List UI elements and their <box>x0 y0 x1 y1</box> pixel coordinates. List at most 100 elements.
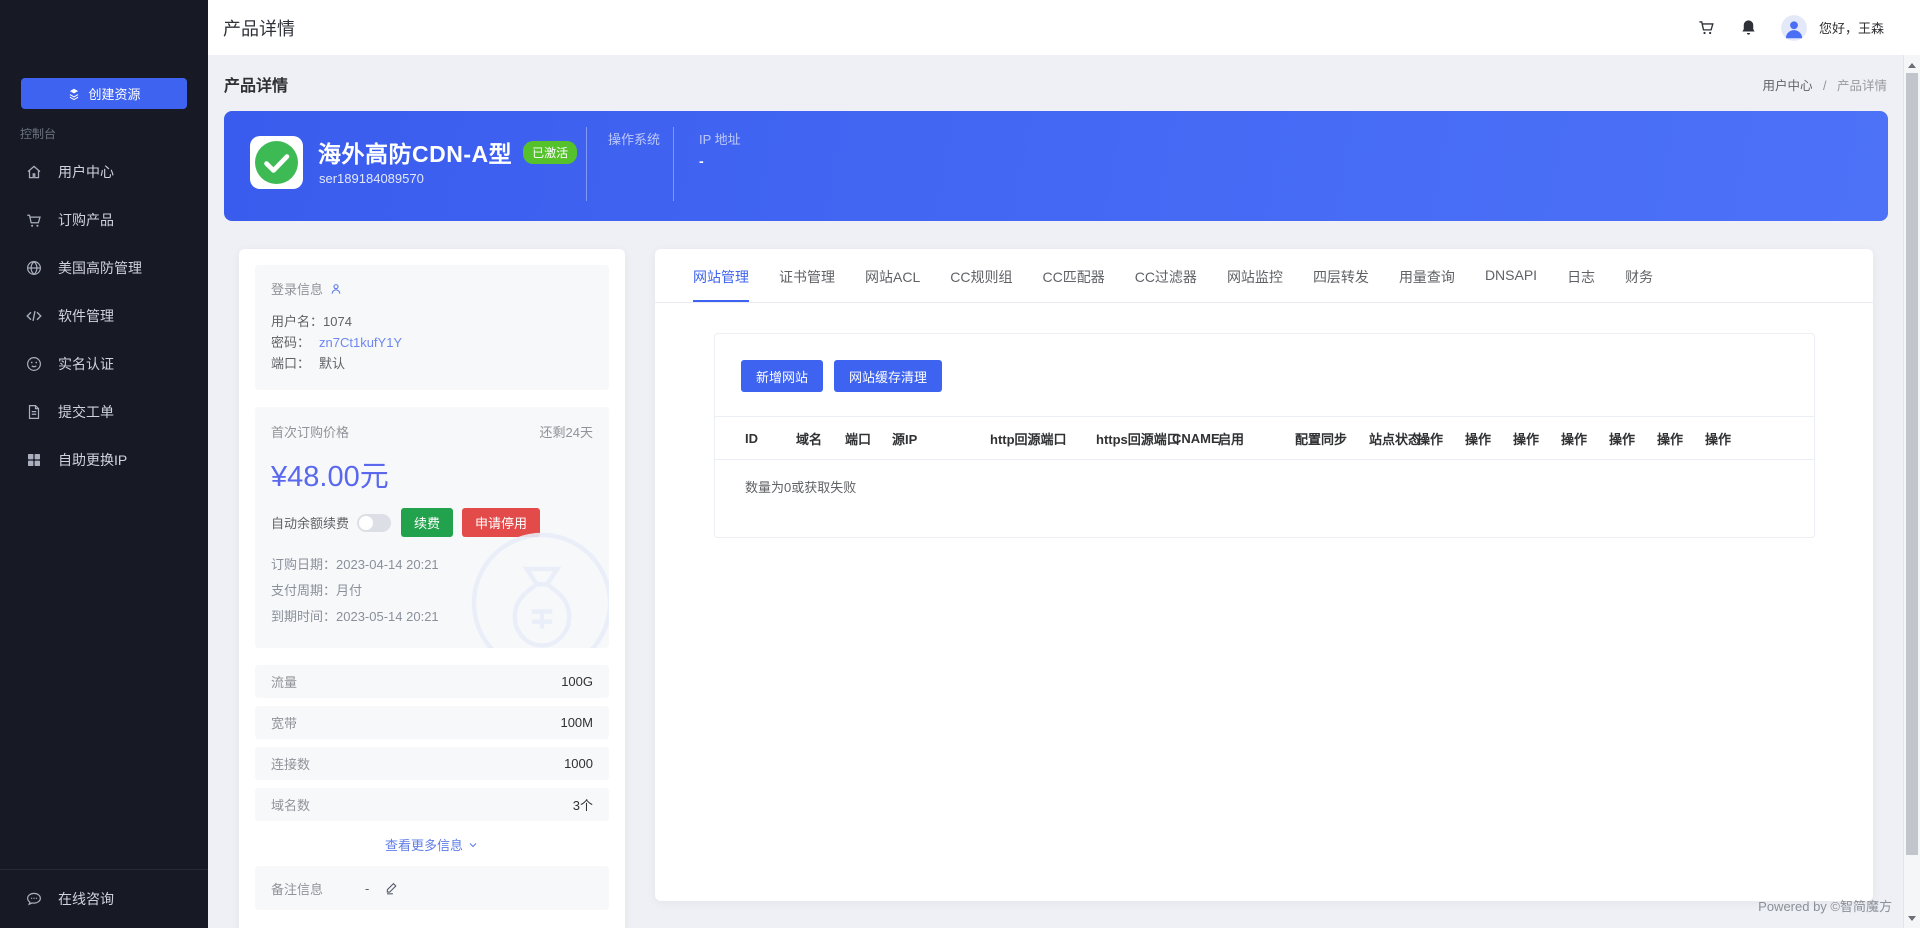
date-row: 订购日期：2023-04-14 20:21 <box>271 552 593 578</box>
price-amount: ¥48.00元 <box>271 453 593 495</box>
code-icon <box>25 307 43 325</box>
sidebar-item-online-support[interactable]: 在线咨询 <box>0 870 208 928</box>
login-row: 端口：默认 <box>271 353 593 374</box>
tab[interactable]: CC规则组 <box>950 267 1012 302</box>
sidebar-item[interactable]: 用户中心 <box>0 148 208 196</box>
tab[interactable]: CC过滤器 <box>1135 267 1197 302</box>
sidebar-footer: 在线咨询 <box>0 869 208 928</box>
spec-list: 流量 100G 宽带 100M 连接数 1000 <box>255 665 609 821</box>
product-info-card: 登录信息 用户名：1074 密码：zn7Ct1kufY1Y <box>239 249 625 928</box>
sidebar-item[interactable]: 订购产品 <box>0 196 208 244</box>
table-header: 操作 <box>1465 429 1513 448</box>
create-resource-button[interactable]: 创建资源 <box>21 78 187 109</box>
sidebar-item[interactable]: 自助更换IP <box>0 436 208 484</box>
table-header: 域名 <box>796 429 845 448</box>
login-info-section: 登录信息 用户名：1074 密码：zn7Ct1kufY1Y <box>255 265 609 390</box>
tab[interactable]: 财务 <box>1625 267 1653 302</box>
spec-row: 域名数 3个 <box>255 788 609 821</box>
website-table-box: 新增网站 网站缓存清理 ID 域名 端口 源IP <box>714 333 1815 538</box>
table-header: CNAME <box>1172 431 1218 446</box>
avatar[interactable] <box>1781 15 1807 41</box>
product-name: 海外高防CDN-A型 <box>318 135 512 169</box>
vertical-scrollbar[interactable] <box>1903 55 1920 928</box>
remark-value: - <box>365 881 369 896</box>
scroll-up-arrow[interactable] <box>1904 57 1920 73</box>
table-header-row: ID 域名 端口 源IP http回源端口 https回源端口 CNAME <box>715 416 1814 460</box>
layers-icon <box>67 87 81 101</box>
create-resource-label: 创建资源 <box>88 84 140 103</box>
grid-icon <box>25 451 43 469</box>
breadcrumb: 用户中心 / 产品详情 <box>1763 75 1887 94</box>
ip-label: IP 地址 <box>699 129 741 148</box>
tab[interactable]: 证书管理 <box>779 267 835 302</box>
pencil-icon[interactable] <box>385 881 399 895</box>
scrollbar-thumb[interactable] <box>1906 73 1918 855</box>
main-area: 产品详情 您好，王森 产品详情 用户中心 / 产品详情 海外高防CDN-A型 已… <box>208 0 1920 928</box>
home-icon <box>25 163 43 181</box>
ip-value: - <box>699 153 704 169</box>
add-website-button[interactable]: 新增网站 <box>741 360 823 392</box>
view-more-link[interactable]: 查看更多信息 <box>255 835 609 854</box>
powered-by: Powered by ©智简魔方 <box>1758 896 1892 915</box>
table-header: 操作 <box>1513 429 1561 448</box>
table-header: 启用 <box>1218 429 1295 448</box>
sidebar-item-label: 实名认证 <box>58 354 114 374</box>
sidebar-item-label: 订购产品 <box>58 210 114 230</box>
sidebar-section-label: 控制台 <box>20 125 208 142</box>
tab[interactable]: 网站ACL <box>865 267 920 302</box>
renew-button[interactable]: 续费 <box>401 508 453 537</box>
date-row: 到期时间：2023-05-14 20:21 <box>271 604 593 630</box>
login-info-title: 登录信息 <box>271 279 323 298</box>
remark-row: 备注信息 - <box>255 866 609 910</box>
banner-divider <box>586 127 587 201</box>
online-support-label: 在线咨询 <box>58 889 114 909</box>
login-row: 密码：zn7Ct1kufY1Y <box>271 332 593 353</box>
table-header: 操作 <box>1609 429 1657 448</box>
tab[interactable]: 日志 <box>1567 267 1595 302</box>
user-greeting[interactable]: 您好，王森 <box>1819 18 1884 37</box>
sidebar-item[interactable]: 软件管理 <box>0 292 208 340</box>
table-header: 操作 <box>1705 429 1753 448</box>
sidebar-item-label: 软件管理 <box>58 306 114 326</box>
table-header: 端口 <box>845 429 892 448</box>
table-header: https回源端口 <box>1096 429 1172 448</box>
sidebar-item[interactable]: 提交工单 <box>0 388 208 436</box>
content-row: 登录信息 用户名：1074 密码：zn7Ct1kufY1Y <box>239 249 1920 928</box>
login-row: 用户名：1074 <box>271 311 593 332</box>
sidebar: 创建资源 控制台 用户中心 订购产品 美国高防管理 <box>0 0 208 928</box>
tab[interactable]: 网站管理 <box>693 267 749 302</box>
tab[interactable]: CC匹配器 <box>1042 267 1104 302</box>
management-panel: 网站管理 证书管理 网站ACL CC规则组 <box>655 249 1873 901</box>
cart-icon[interactable] <box>1697 18 1717 38</box>
tab[interactable]: 网站监控 <box>1227 267 1283 302</box>
os-label: 操作系统 <box>608 129 660 148</box>
tab-bar: 网站管理 证书管理 网站ACL CC规则组 <box>655 249 1873 303</box>
stop-service-button[interactable]: 申请停用 <box>462 508 540 537</box>
table-empty-text: 数量为0或获取失败 <box>715 460 1814 496</box>
face-icon <box>25 355 43 373</box>
breadcrumb-user-center[interactable]: 用户中心 <box>1763 79 1813 93</box>
date-row: 支付周期：月付 <box>271 578 593 604</box>
tab[interactable]: 四层转发 <box>1313 267 1369 302</box>
bell-icon[interactable] <box>1739 18 1759 38</box>
table-header: ID <box>745 431 796 446</box>
chevron-down-icon <box>467 839 479 851</box>
sidebar-item[interactable]: 美国高防管理 <box>0 244 208 292</box>
tab[interactable]: 用量查询 <box>1399 267 1455 302</box>
spec-row: 流量 100G <box>255 665 609 698</box>
auto-renew-toggle[interactable] <box>357 514 391 532</box>
clear-cache-button[interactable]: 网站缓存清理 <box>834 360 942 392</box>
scroll-down-arrow[interactable] <box>1904 910 1920 926</box>
page-title: 产品详情 <box>224 72 288 96</box>
login-rows: 用户名：1074 密码：zn7Ct1kufY1Y 端口：默认 <box>271 311 593 374</box>
chat-icon <box>25 890 43 908</box>
table-header: 站点状态 <box>1369 429 1417 448</box>
order-dates: 订购日期：2023-04-14 20:21 支付周期：月付 到期时间：2023-… <box>271 552 593 630</box>
sidebar-item[interactable]: 实名认证 <box>0 340 208 388</box>
status-badge: 已激活 <box>523 141 577 164</box>
sidebar-item-label: 自助更换IP <box>58 450 127 470</box>
header-title: 产品详情 <box>223 15 295 41</box>
tab[interactable]: DNSAPI <box>1485 267 1537 302</box>
sidebar-item-label: 用户中心 <box>58 162 114 182</box>
top-header: 产品详情 您好，王森 <box>208 0 1920 55</box>
